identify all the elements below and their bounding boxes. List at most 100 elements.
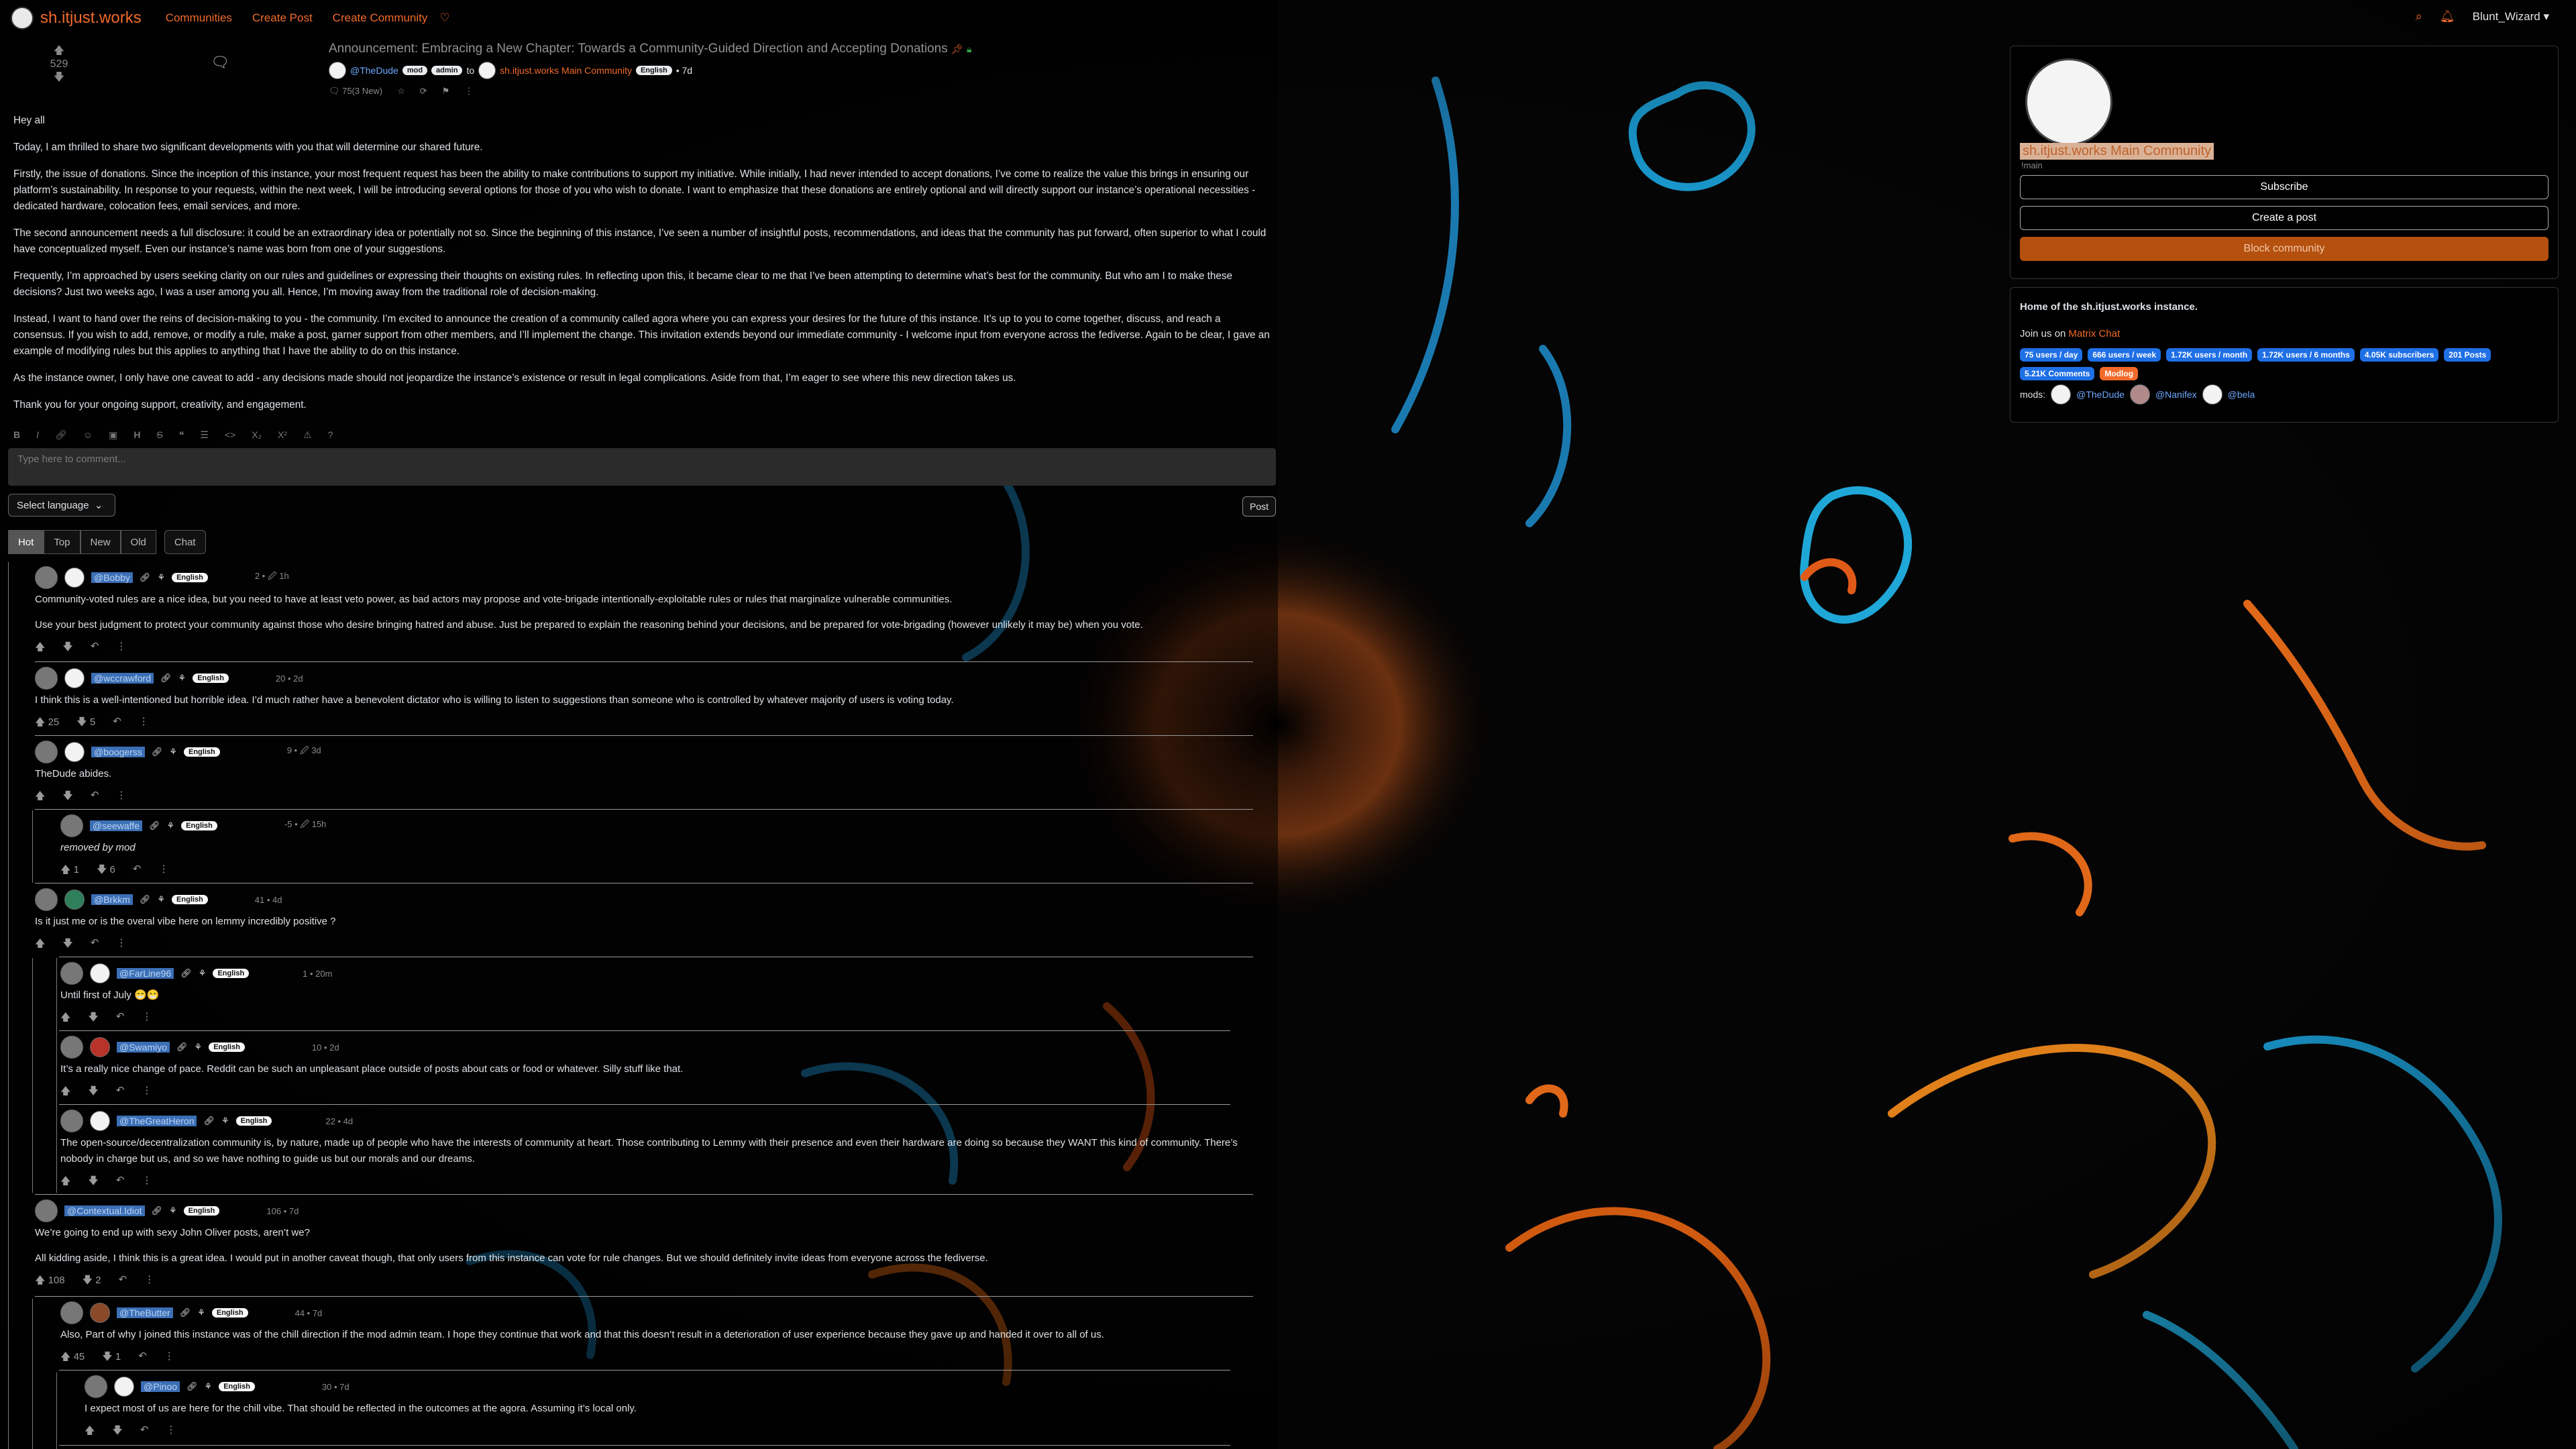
more-icon[interactable]: ⋮: [166, 1424, 176, 1440]
downvote-icon[interactable]: 🡇: [62, 789, 72, 806]
link-icon[interactable]: 🔗︎: [140, 572, 151, 583]
italic-icon[interactable]: I: [36, 429, 39, 441]
strike-icon[interactable]: S: [156, 429, 162, 441]
collapse-toggle[interactable]: [35, 566, 58, 589]
reply-icon[interactable]: ↶: [116, 1174, 125, 1191]
upvote-icon[interactable]: 🡅: [35, 936, 45, 953]
link-icon[interactable]: 🔗︎: [203, 1116, 215, 1126]
downvote-icon[interactable]: 🡇: [88, 1010, 98, 1027]
quote-icon[interactable]: ❝: [179, 429, 184, 441]
bold-icon[interactable]: B: [13, 429, 20, 441]
post-comment-count[interactable]: 🗨︎ 75(3 New): [329, 86, 382, 97]
downvote-icon[interactable]: 🡇: [88, 1084, 98, 1101]
collapse-toggle[interactable]: [35, 1199, 58, 1222]
matrix-chat-link[interactable]: Matrix Chat: [2069, 328, 2121, 339]
brand[interactable]: sh.itjust.works: [11, 7, 142, 30]
comment-author[interactable]: @Brkkm: [91, 894, 133, 905]
upvote-count[interactable]: 🡅 1: [60, 863, 79, 879]
reply-icon[interactable]: ↶: [91, 789, 99, 806]
more-icon[interactable]: ⋮: [142, 1010, 152, 1027]
link-icon[interactable]: 🔗︎: [55, 429, 67, 441]
upvote-icon[interactable]: 🡅: [35, 640, 45, 657]
comment-author[interactable]: @Bobby: [91, 572, 133, 583]
more-icon[interactable]: ⋮: [158, 863, 168, 879]
bell-icon[interactable]: 🔔︎: [2440, 9, 2455, 23]
upvote-icon[interactable]: 🡅: [60, 1010, 70, 1027]
reply-icon[interactable]: ↶: [91, 640, 99, 657]
tab-old[interactable]: Old: [120, 530, 156, 554]
modlog-badge[interactable]: Modlog: [2100, 367, 2139, 380]
collapse-toggle[interactable]: [35, 667, 58, 690]
comment-author[interactable]: @FarLine96: [117, 968, 174, 979]
block-community-button[interactable]: Block community: [2020, 237, 2548, 261]
emoji-icon[interactable]: ☺: [83, 429, 93, 441]
mod-link[interactable]: @Nanifex: [2155, 389, 2197, 400]
nav-communities[interactable]: Communities: [166, 11, 232, 25]
more-icon[interactable]: ⋮: [116, 640, 126, 657]
collapse-toggle[interactable]: [60, 1110, 83, 1132]
link-icon[interactable]: 🔗︎: [180, 1307, 191, 1318]
upvote-icon[interactable]: 🡅: [60, 1174, 70, 1191]
collapse-toggle[interactable]: [35, 741, 58, 763]
reply-icon[interactable]: ↶: [91, 936, 99, 953]
collapse-toggle[interactable]: [35, 888, 58, 911]
comment-author[interactable]: @TheGreatHeron: [117, 1116, 197, 1126]
code-icon[interactable]: <>: [225, 429, 235, 441]
upvote-icon[interactable]: 🡅: [60, 1084, 70, 1101]
more-icon[interactable]: ⋮: [142, 1084, 152, 1101]
search-icon[interactable]: ⌕: [2416, 9, 2422, 23]
tab-chat[interactable]: Chat: [164, 530, 206, 554]
more-icon[interactable]: ⋮: [142, 1174, 152, 1191]
downvote-icon[interactable]: 🡇: [112, 1424, 122, 1440]
save-icon[interactable]: ☆: [397, 86, 405, 97]
link-icon[interactable]: 🔗︎: [152, 1205, 163, 1216]
reply-icon[interactable]: ↶: [140, 1424, 149, 1440]
report-icon[interactable]: ⚑: [442, 86, 450, 97]
more-icon[interactable]: ⋮: [464, 86, 473, 97]
upvote-count[interactable]: 🡅 108: [35, 1273, 65, 1290]
more-icon[interactable]: ⋮: [139, 715, 149, 732]
reply-icon[interactable]: ↶: [113, 715, 121, 732]
language-select[interactable]: Select language ⌄: [8, 494, 115, 517]
nav-create-community[interactable]: Create Community: [333, 11, 428, 25]
downvote-count[interactable]: 🡇 6: [97, 863, 115, 879]
more-icon[interactable]: ⋮: [144, 1273, 154, 1290]
upvote-icon[interactable]: 🡅: [35, 789, 45, 806]
community-title[interactable]: sh.itjust.works Main Community: [2020, 143, 2214, 160]
crosspost-icon[interactable]: ⟳: [420, 86, 427, 97]
downvote-icon[interactable]: 🡇: [88, 1174, 98, 1191]
downvote-icon[interactable]: 🡇: [47, 71, 71, 85]
comment-author[interactable]: @Swamiyo: [117, 1042, 170, 1053]
post-comment-button[interactable]: Post: [1242, 496, 1276, 517]
more-icon[interactable]: ⋮: [164, 1350, 174, 1366]
nav-create-post[interactable]: Create Post: [252, 11, 313, 25]
comment-author[interactable]: @boogerss: [91, 747, 145, 757]
collapse-toggle[interactable]: [60, 962, 83, 985]
reply-icon[interactable]: ↶: [138, 1350, 147, 1366]
image-icon[interactable]: ▣: [109, 429, 117, 441]
more-icon[interactable]: ⋮: [116, 789, 126, 806]
collapse-toggle[interactable]: [85, 1375, 107, 1398]
link-icon[interactable]: 🔗︎: [160, 673, 172, 684]
header-icon[interactable]: H: [133, 429, 140, 441]
subscript-icon[interactable]: X₂: [252, 429, 262, 441]
tab-new[interactable]: New: [80, 530, 121, 554]
upvote-icon[interactable]: 🡅: [85, 1424, 95, 1440]
upvote-count[interactable]: 🡅 25: [35, 715, 59, 732]
superscript-icon[interactable]: X²: [278, 429, 287, 441]
site-name[interactable]: sh.itjust.works: [40, 9, 142, 28]
reply-icon[interactable]: ↶: [116, 1010, 125, 1027]
spoiler-icon[interactable]: ⚠: [303, 429, 312, 441]
upvote-icon[interactable]: 🡅: [47, 44, 71, 58]
tab-top[interactable]: Top: [44, 530, 80, 554]
more-icon[interactable]: ⋮: [116, 936, 126, 953]
link-icon[interactable]: 🔗︎: [140, 894, 151, 905]
link-icon[interactable]: 🔗︎: [152, 747, 163, 757]
mod-link[interactable]: @bela: [2228, 389, 2255, 400]
tab-hot[interactable]: Hot: [8, 530, 44, 554]
link-icon[interactable]: 🔗︎: [149, 820, 160, 831]
comments-icon[interactable]: 🗨︎: [211, 54, 229, 71]
collapse-toggle[interactable]: [60, 1036, 83, 1059]
downvote-count[interactable]: 🡇 2: [83, 1273, 101, 1290]
subscribe-button[interactable]: Subscribe: [2020, 175, 2548, 199]
